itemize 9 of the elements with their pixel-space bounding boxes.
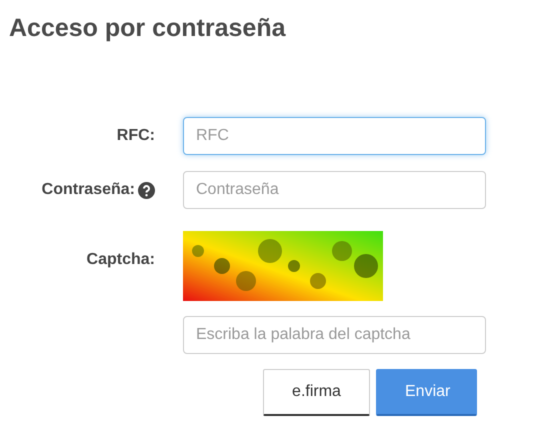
input-field[interactable]: Contraseña — [183, 171, 486, 209]
field-label: Captcha: — [86, 251, 155, 270]
efirma-button[interactable]: e.firma — [263, 369, 370, 416]
help-icon[interactable] — [138, 182, 155, 198]
input-field[interactable]: Escriba la palabra del captcha — [183, 316, 486, 354]
input-field[interactable]: RFC — [183, 117, 486, 155]
page-title: Acceso por contraseña — [9, 14, 287, 43]
field-label: Contraseña: — [42, 181, 135, 199]
field-label: RFC: — [116, 127, 155, 145]
